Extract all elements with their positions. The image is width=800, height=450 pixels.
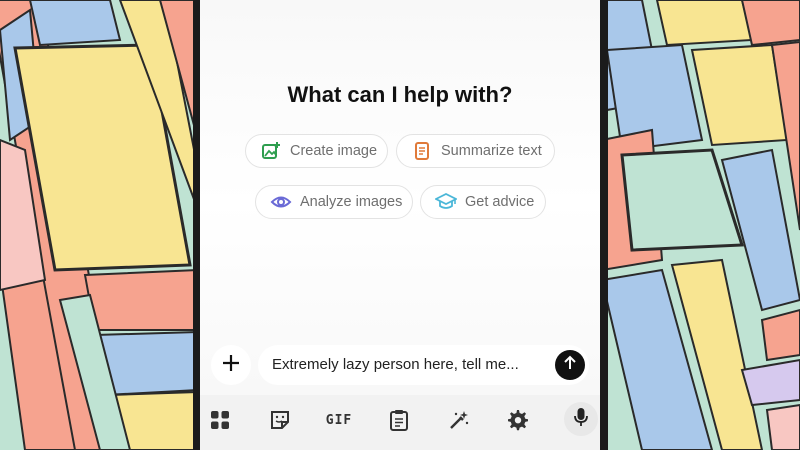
magic-wand-icon[interactable] (444, 405, 474, 435)
analyze-images-label: Analyze images (300, 194, 403, 210)
app-screen: What can I help with? Create image Summa… (200, 0, 600, 450)
phone-bezel-right (600, 0, 608, 450)
page-title: What can I help with? (287, 82, 513, 107)
wallpaper-right (602, 0, 800, 450)
sticker-icon[interactable] (265, 405, 295, 435)
get-advice-button[interactable]: Get advice (420, 185, 546, 219)
apps-grid-icon[interactable] (205, 405, 235, 435)
document-icon (411, 140, 433, 162)
create-image-label: Create image (290, 143, 378, 159)
microphone-button[interactable] (564, 402, 598, 436)
microphone-icon (573, 407, 589, 432)
summarize-text-button[interactable]: Summarize text (396, 134, 555, 168)
add-attachment-button[interactable] (211, 345, 251, 385)
send-button[interactable] (555, 350, 585, 380)
analyze-images-button[interactable]: Analyze images (255, 185, 413, 219)
arrow-up-icon (562, 355, 578, 376)
message-input[interactable]: Extremely lazy person here, tell me... (258, 345, 589, 385)
wallpaper-pattern-left (0, 0, 198, 450)
wallpaper-pattern-right (602, 0, 800, 450)
message-input-text: Extremely lazy person here, tell me... (272, 356, 519, 373)
keyboard-toolbar: GIF (200, 395, 600, 450)
graduation-cap-icon (435, 191, 457, 213)
create-image-button[interactable]: Create image (245, 134, 388, 168)
gear-icon[interactable] (503, 405, 533, 435)
wallpaper-left (0, 0, 198, 450)
gif-button[interactable]: GIF (324, 405, 354, 435)
image-plus-icon (260, 140, 282, 162)
plus-icon (222, 354, 240, 377)
eye-icon (270, 191, 292, 213)
get-advice-label: Get advice (465, 194, 535, 210)
phone-bezel-left (193, 0, 200, 450)
gif-label: GIF (325, 412, 353, 428)
summarize-text-label: Summarize text (441, 143, 542, 159)
clipboard-icon[interactable] (384, 405, 414, 435)
